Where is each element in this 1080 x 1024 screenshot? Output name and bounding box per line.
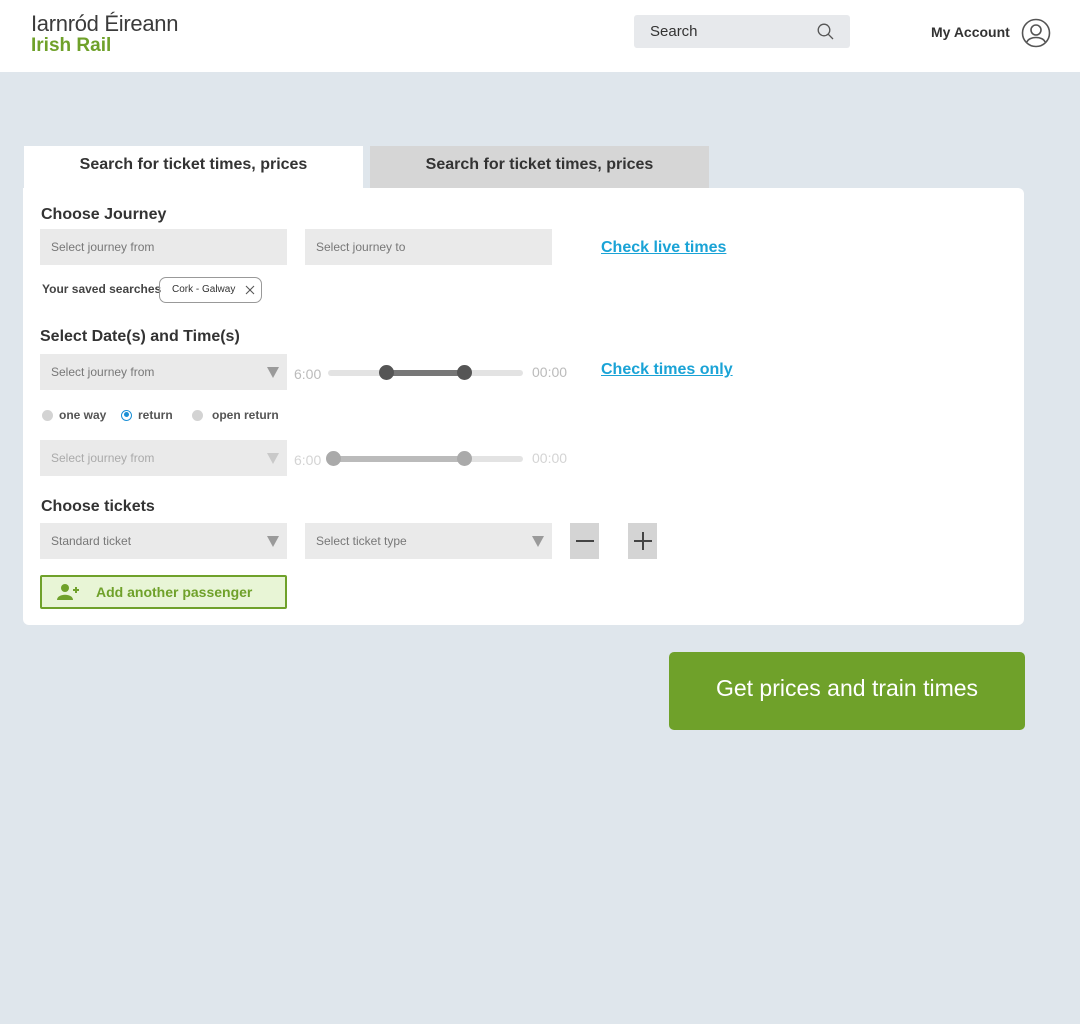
logo-line2: Irish Rail xyxy=(31,35,112,56)
search-icon[interactable] xyxy=(817,23,834,40)
site-header: Iarnród Éireann Irish Rail My Account xyxy=(0,0,1080,72)
tab-search-inactive[interactable]: Search for ticket times, prices xyxy=(370,146,709,188)
add-passenger-label: Add another passenger xyxy=(96,584,253,600)
outbound-slider-start-handle[interactable] xyxy=(379,365,394,380)
choose-journey-title: Choose Journey xyxy=(41,206,167,223)
outbound-end-time: 00:00 xyxy=(532,364,568,380)
return-date-select-label: Select journey from xyxy=(51,451,155,465)
journey-to-field[interactable]: Select journey to xyxy=(305,229,552,265)
return-date-select[interactable]: Select journey from xyxy=(40,440,287,476)
radio-one-way[interactable]: one way xyxy=(42,408,106,422)
return-slider-fill xyxy=(333,456,465,462)
outbound-date-select-label: Select journey from xyxy=(51,365,155,379)
check-times-only-link[interactable]: Check times only xyxy=(601,361,733,379)
search-input[interactable] xyxy=(634,15,804,48)
radio-open-return-dot xyxy=(192,409,203,421)
minus-icon xyxy=(576,540,594,542)
my-account-link[interactable]: My Account xyxy=(931,24,1010,40)
radio-one-way-label: one way xyxy=(59,408,107,422)
user-account-icon[interactable] xyxy=(1021,18,1051,48)
tab-search-active[interactable]: Search for ticket times, prices xyxy=(24,146,363,188)
return-slider-start-handle[interactable] xyxy=(326,451,342,466)
increase-passenger-button[interactable] xyxy=(628,523,657,559)
logo-line1: Iarnród Éireann xyxy=(31,11,179,36)
ticket-type-select[interactable]: Select ticket type xyxy=(305,523,552,559)
chevron-down-icon xyxy=(267,536,279,547)
radio-return[interactable]: return xyxy=(121,408,173,422)
outbound-date-select[interactable]: Select journey from xyxy=(40,354,287,390)
radio-return-dot xyxy=(121,409,132,421)
outbound-start-time: 6:00 xyxy=(294,366,322,382)
search-box xyxy=(634,15,850,48)
saved-search-chip[interactable]: Cork - Galway xyxy=(159,277,262,303)
chevron-down-icon xyxy=(267,367,279,378)
get-prices-button[interactable]: Get prices and train times xyxy=(669,652,1025,730)
add-passenger-button[interactable]: Add another passenger xyxy=(40,575,287,609)
return-end-time: 00:00 xyxy=(532,450,568,466)
return-start-time: 6:00 xyxy=(294,452,322,468)
outbound-slider-end-handle[interactable] xyxy=(457,365,472,380)
choose-tickets-title: Choose tickets xyxy=(41,498,155,515)
journey-from-field[interactable]: Select journey from xyxy=(40,229,287,265)
close-icon[interactable] xyxy=(243,283,257,297)
radio-return-label: return xyxy=(138,408,173,422)
return-time-slider[interactable] xyxy=(326,451,523,466)
radio-one-way-dot xyxy=(42,409,53,421)
return-slider-end-handle[interactable] xyxy=(457,451,472,466)
ticket-class-select[interactable]: Standard ticket xyxy=(40,523,287,559)
radio-open-return-label: open return xyxy=(212,408,279,422)
ticket-type-select-label: Select ticket type xyxy=(316,534,407,548)
search-panel: Choose Journey Select journey from Selec… xyxy=(23,188,1024,625)
outbound-slider-fill xyxy=(386,370,465,376)
saved-search-chip-label: Cork - Galway xyxy=(172,284,236,295)
select-datetime-title: Select Date(s) and Time(s) xyxy=(40,328,240,345)
ticket-class-select-label: Standard ticket xyxy=(51,534,132,548)
check-live-times-link[interactable]: Check live times xyxy=(601,239,726,257)
chevron-down-icon xyxy=(532,536,544,547)
radio-open-return[interactable]: open return xyxy=(192,408,279,422)
outbound-time-slider[interactable] xyxy=(328,365,523,380)
add-user-icon xyxy=(57,584,79,600)
decrease-passenger-button[interactable] xyxy=(570,523,599,559)
irish-rail-logo[interactable]: Iarnród Éireann Irish Rail xyxy=(31,11,179,56)
plus-icon xyxy=(634,532,652,550)
chevron-down-icon xyxy=(267,453,279,464)
saved-searches-label: Your saved searches xyxy=(42,282,162,296)
